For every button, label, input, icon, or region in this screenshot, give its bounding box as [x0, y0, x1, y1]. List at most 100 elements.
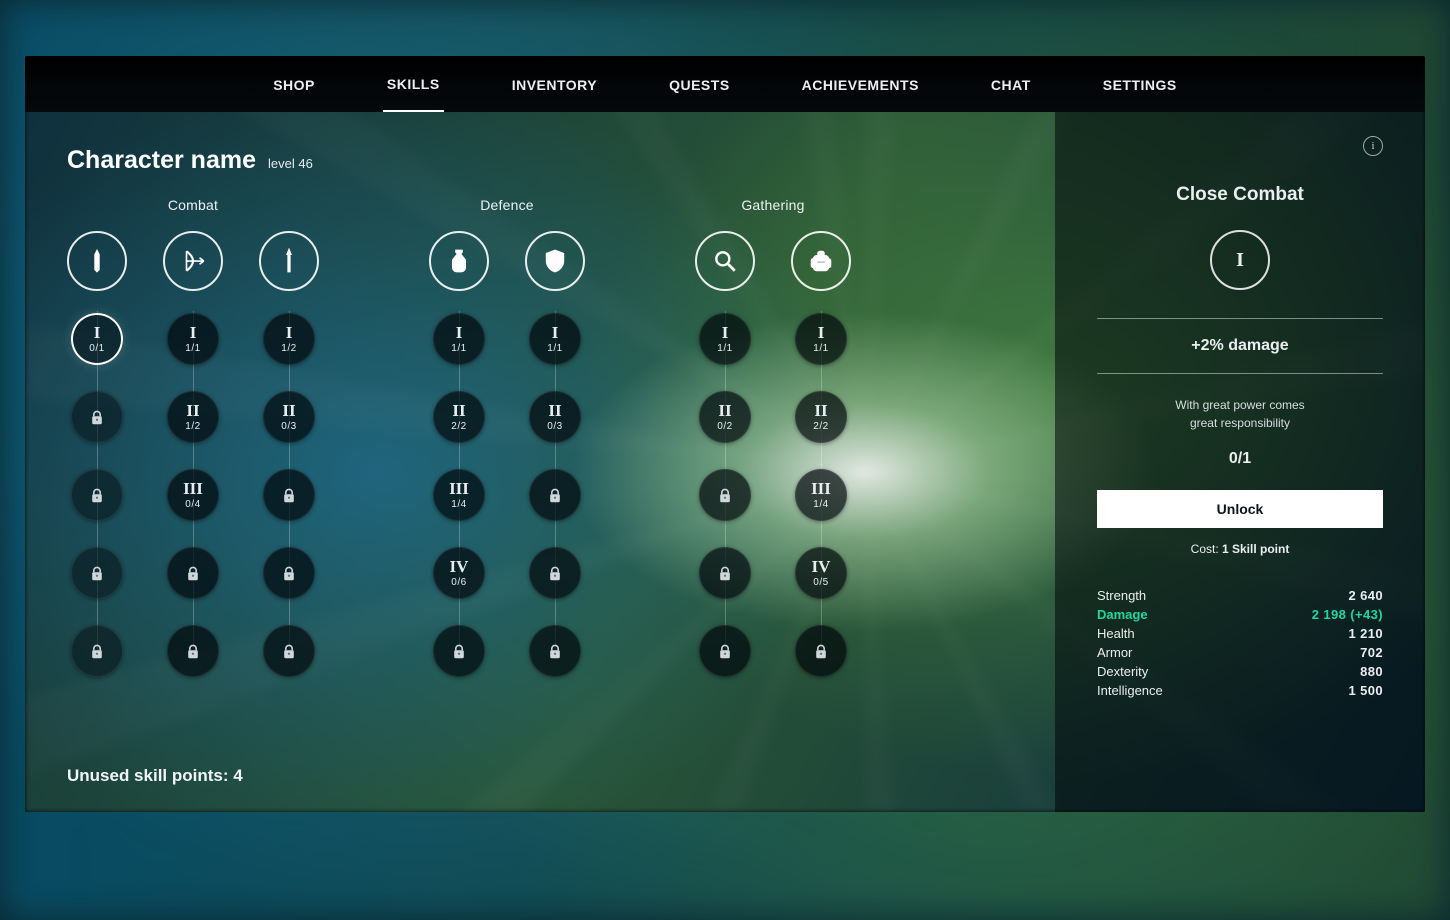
stat-row-health: Health1 210 [1097, 624, 1383, 643]
skill-progress: 1/2 [281, 343, 296, 354]
skill-node[interactable]: III0/4 [167, 469, 219, 521]
skill-node[interactable]: I1/1 [433, 313, 485, 365]
skill-node[interactable]: III 1/4 [433, 469, 485, 521]
skill-node-locked[interactable] [71, 547, 123, 599]
skill-node-locked[interactable] [71, 391, 123, 443]
stat-value: 2 640 [1348, 588, 1383, 603]
character-heading: Character name level 46 [67, 146, 1039, 175]
lock-icon [717, 565, 733, 581]
skill-progress: 1/1 [185, 343, 200, 354]
skill-progress: 2/2 [451, 421, 466, 432]
skill-tier: I [818, 324, 825, 341]
skill-node[interactable]: II0/2 [699, 391, 751, 443]
nav-tab-settings[interactable]: SETTINGS [1099, 57, 1181, 111]
lock-icon [89, 643, 105, 659]
skill-group-defence: DefenceI1/1II2/2III1/4IV0/6I1/1II0/3 [429, 197, 585, 677]
skill-tier: I [94, 324, 101, 341]
stat-value: 2 198 (+43) [1312, 607, 1383, 622]
top-nav: SHOP SKILLS INVENTORY QUESTS ACHIEVEMENTS CHA… [25, 56, 1425, 112]
skill-node-locked[interactable] [795, 625, 847, 677]
nav-tab-chat[interactable]: CHAT [987, 57, 1035, 111]
lock-icon [89, 565, 105, 581]
lock-icon [547, 643, 563, 659]
skill-tier: II [282, 402, 295, 419]
skill-node-locked[interactable] [699, 547, 751, 599]
skill-node[interactable]: IV0/6 [433, 547, 485, 599]
nav-tab-quests[interactable]: QUESTS [665, 57, 734, 111]
skill-node[interactable]: I 1/1 [529, 313, 581, 365]
skill-node-locked[interactable] [433, 625, 485, 677]
skill-node[interactable]: II0/3 [263, 391, 315, 443]
bow-icon[interactable] [163, 231, 223, 291]
stat-label: Damage [1097, 607, 1148, 622]
skill-node[interactable]: II2/2 [433, 391, 485, 443]
lock-icon [185, 643, 201, 659]
skill-node[interactable]: I1/2 [263, 313, 315, 365]
skill-detail-title: Close Combat [1097, 184, 1383, 206]
wand-icon[interactable] [259, 231, 319, 291]
nav-tab-shop[interactable]: SHOP [269, 57, 319, 111]
skill-group-combat: CombatI0/1I1/1II1/2III0/4I1/2II0/3 [67, 197, 319, 677]
skill-node-locked[interactable] [71, 625, 123, 677]
skill-node-locked[interactable] [699, 469, 751, 521]
lock-icon [281, 565, 297, 581]
skill-node[interactable]: II1/2 [167, 391, 219, 443]
skill-node[interactable]: II2/2 [795, 391, 847, 443]
lock-icon [89, 487, 105, 503]
skill-node-locked[interactable] [263, 547, 315, 599]
lock-icon [89, 409, 105, 425]
skill-progress: 1/1 [547, 343, 562, 354]
skill-node-locked[interactable] [529, 547, 581, 599]
skill-node-locked[interactable] [263, 469, 315, 521]
shield-icon[interactable] [525, 231, 585, 291]
lock-icon [451, 643, 467, 659]
skill-tier: II [186, 402, 199, 419]
skill-node-locked[interactable] [529, 469, 581, 521]
lock-icon [281, 487, 297, 503]
lock-icon [813, 643, 829, 659]
stat-value: 1 210 [1348, 626, 1383, 641]
stat-row-dexterity: Dexterity880 [1097, 662, 1383, 681]
skill-tier: III [449, 480, 469, 497]
skill-node[interactable]: I0/1 [71, 313, 123, 365]
backpack-icon[interactable] [791, 231, 851, 291]
skill-progress: 1/4 [451, 499, 466, 510]
skill-tree-panel: Character name level 46 CombatI0/1I1/1II… [25, 112, 1055, 812]
nav-tab-achievements[interactable]: ACHIEVEMENTS [798, 57, 923, 111]
character-name: Character name [67, 146, 256, 175]
skill-node[interactable]: III1/4 [795, 469, 847, 521]
skill-node[interactable]: IV0/5 [795, 547, 847, 599]
skill-progress: 1/1 [717, 343, 732, 354]
skill-tier: IV [450, 558, 469, 575]
group-title: Defence [480, 197, 534, 213]
skill-tier: I [552, 324, 559, 341]
nav-tab-inventory[interactable]: INVENTORY [508, 57, 601, 111]
sword-icon[interactable] [67, 231, 127, 291]
skill-node[interactable]: II0/3 [529, 391, 581, 443]
skill-node[interactable]: I1/1 [699, 313, 751, 365]
skill-tier: III [811, 480, 831, 497]
skill-node-locked[interactable] [167, 547, 219, 599]
skill-node-locked[interactable] [263, 625, 315, 677]
stat-row-intelligence: Intelligence1 500 [1097, 681, 1383, 700]
skill-node-locked[interactable] [529, 625, 581, 677]
info-button[interactable]: i [1363, 136, 1383, 156]
skill-progress: 0/5 [813, 577, 828, 588]
skill-node-locked[interactable] [167, 625, 219, 677]
skill-node[interactable]: I1/1 [795, 313, 847, 365]
skill-node-locked[interactable] [699, 625, 751, 677]
search-icon[interactable] [695, 231, 755, 291]
skill-column: I1/1 II1/2 III0/4 [163, 231, 223, 677]
skill-progress: 0/3 [547, 421, 562, 432]
skill-group-gathering: GatheringI1/1II0/2I1/1II2/2III1/4IV0/5 [695, 197, 851, 677]
skill-node-locked[interactable] [71, 469, 123, 521]
nav-tab-skills[interactable]: SKILLS [383, 56, 444, 112]
stat-row-damage: Damage 2 198 (+43) [1097, 605, 1383, 624]
unlock-button[interactable]: Unlock [1097, 490, 1383, 528]
skill-column: I0/1 [67, 231, 127, 677]
skill-node[interactable]: I1/1 [167, 313, 219, 365]
stat-label: Armor [1097, 645, 1132, 660]
stat-value: 702 [1360, 645, 1383, 660]
potion-icon[interactable] [429, 231, 489, 291]
skill-tier: II [814, 402, 827, 419]
